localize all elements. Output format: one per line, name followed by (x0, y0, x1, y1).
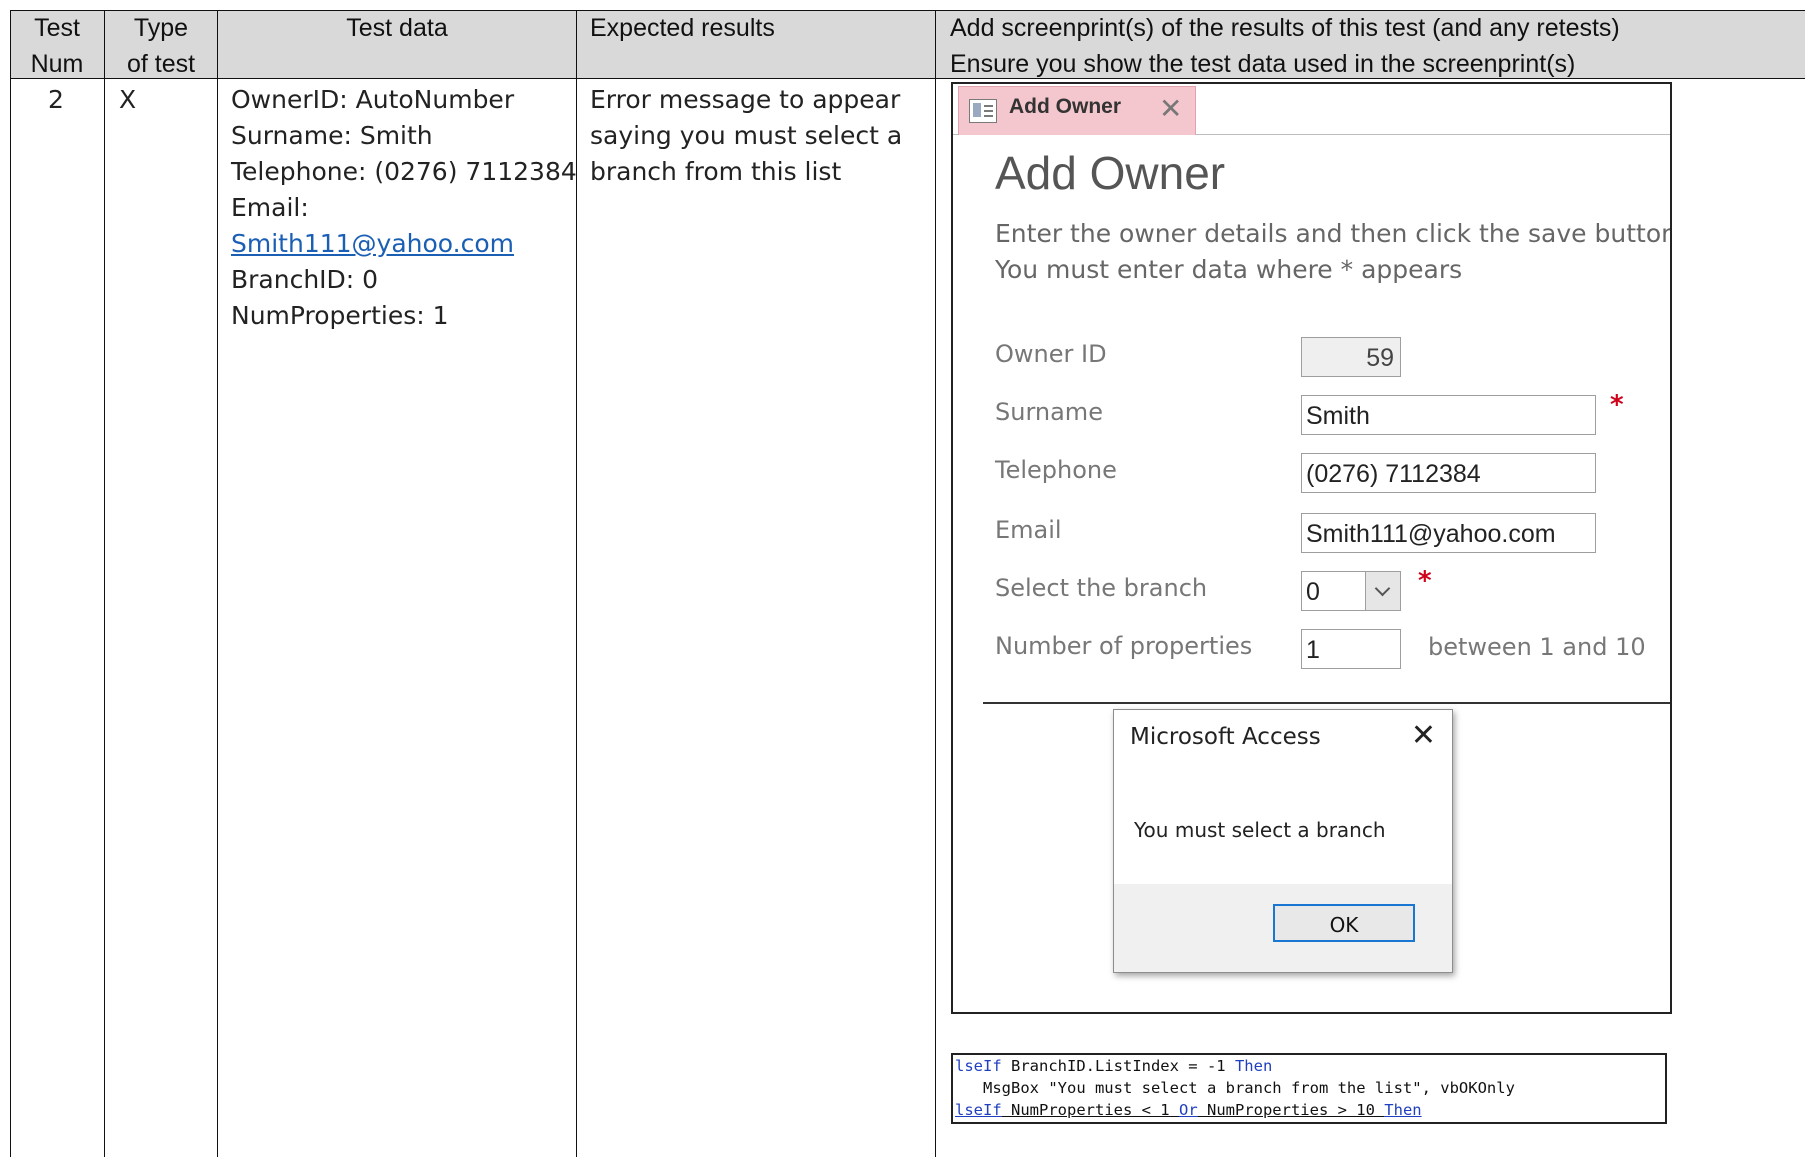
chevron-down-icon[interactable] (1365, 572, 1400, 610)
form-divider (983, 702, 1670, 704)
dialog-message: You must select a branch (1134, 818, 1386, 842)
email-label: Email (995, 516, 1062, 544)
code-line: MsgBox "You must select a branch from th… (955, 1079, 1515, 1097)
code-keyword: Or (1178, 1101, 1198, 1119)
header-text: Type (133, 14, 189, 42)
expected-line: branch from this list (590, 157, 842, 186)
telephone-field[interactable]: (0276) 7112384 (1301, 453, 1596, 493)
dialog-footer: OK (1114, 884, 1452, 972)
header-test-data: Test data (218, 10, 576, 79)
form-instructions: You must enter data where * appears (995, 255, 1463, 284)
ok-button[interactable]: OK (1273, 904, 1415, 942)
header-type: Type of test (105, 10, 217, 79)
code-text: NumProperties < 1 (1001, 1101, 1179, 1119)
email-field[interactable]: Smith111@yahoo.com (1301, 513, 1596, 553)
tab-add-owner[interactable]: Add Owner ✕ (958, 86, 1196, 135)
form-title: Add Owner (995, 147, 1226, 199)
telephone-label: Telephone (995, 456, 1117, 484)
expected-line: Error message to appear (590, 85, 901, 114)
code-text: BranchID.ListIndex = -1 (1001, 1057, 1235, 1075)
owner-id-field: 59 (1301, 337, 1401, 377)
close-icon[interactable]: ✕ (1159, 91, 1182, 127)
code-line: lseIf NumProperties < 1 Or NumProperties… (953, 1099, 1665, 1121)
form-icon (969, 99, 997, 123)
surname-field[interactable]: Smith (1301, 395, 1596, 435)
num-properties-label: Number of properties (995, 632, 1253, 660)
code-keyword: Then (1384, 1101, 1422, 1119)
column-divider (935, 10, 936, 1157)
tab-label: Add Owner (1009, 95, 1122, 118)
dialog-title: Microsoft Access (1130, 724, 1321, 750)
tab-bar: Add Owner ✕ (953, 84, 1670, 135)
header-screenprints: Add screenprint(s) of the results of thi… (950, 10, 1800, 79)
header-expected-results: Expected results (590, 10, 930, 79)
header-text: Ensure you show the test data used in th… (950, 50, 1576, 78)
cell-type: X (119, 85, 137, 114)
branch-label: Select the branch (995, 574, 1208, 602)
header-text: Num (30, 50, 84, 78)
required-marker: * (1418, 566, 1432, 596)
cell-expected-results: Error message to appear saying you must … (590, 82, 902, 190)
code-keyword: lseIf (955, 1057, 1002, 1075)
header-test-num: Test Num (10, 10, 104, 79)
header-text: Test data (346, 14, 448, 42)
code-snippet: lseIf BranchID.ListIndex = -1 Then MsgBo… (951, 1053, 1667, 1124)
num-properties-hint: between 1 and 10 (1428, 633, 1646, 661)
owner-id-label: Owner ID (995, 340, 1107, 368)
email-link[interactable]: Smith111@yahoo.com (231, 226, 577, 262)
code-keyword: lseIf (955, 1101, 1002, 1119)
header-text: Add screenprint(s) of the results of thi… (950, 14, 1620, 42)
header-text: Test (34, 14, 80, 42)
column-divider (10, 10, 11, 1157)
test-data-telephone: Telephone: (0276) 7112384 (231, 157, 577, 186)
test-data-surname: Surname: Smith (231, 121, 433, 150)
column-divider (104, 10, 105, 1157)
header-text: of test (126, 50, 196, 78)
num-properties-field[interactable]: 1 (1301, 629, 1401, 669)
cell-test-num: 2 (48, 85, 64, 114)
branch-combo-value: 0 (1306, 578, 1320, 606)
form-instructions: Enter the owner details and then click t… (995, 219, 1672, 248)
code-keyword: Then (1234, 1057, 1273, 1075)
test-data-branch-id: BranchID: 0 (231, 265, 379, 294)
column-divider (217, 10, 218, 1157)
message-dialog: Microsoft Access ✕ You must select a bra… (1113, 709, 1453, 973)
test-data-email-label: Email: (231, 193, 309, 222)
code-line: lseIf BranchID.ListIndex = -1 Then (953, 1055, 1665, 1077)
cell-test-data: OwnerID: AutoNumber Surname: Smith Telep… (231, 82, 577, 334)
branch-combo[interactable]: 0 (1301, 571, 1401, 611)
close-icon[interactable]: ✕ (1411, 718, 1436, 754)
test-data-owner-id: OwnerID: AutoNumber (231, 85, 515, 114)
code-text: NumProperties > 10 (1197, 1101, 1385, 1119)
expected-line: saying you must select a (590, 121, 903, 150)
header-text: Expected results (590, 14, 775, 42)
surname-label: Surname (995, 398, 1103, 426)
required-marker: * (1610, 390, 1624, 420)
test-data-num-properties: NumProperties: 1 (231, 301, 449, 330)
access-form-screenshot: Add Owner ✕ Add Owner Enter the owner de… (951, 82, 1672, 1014)
